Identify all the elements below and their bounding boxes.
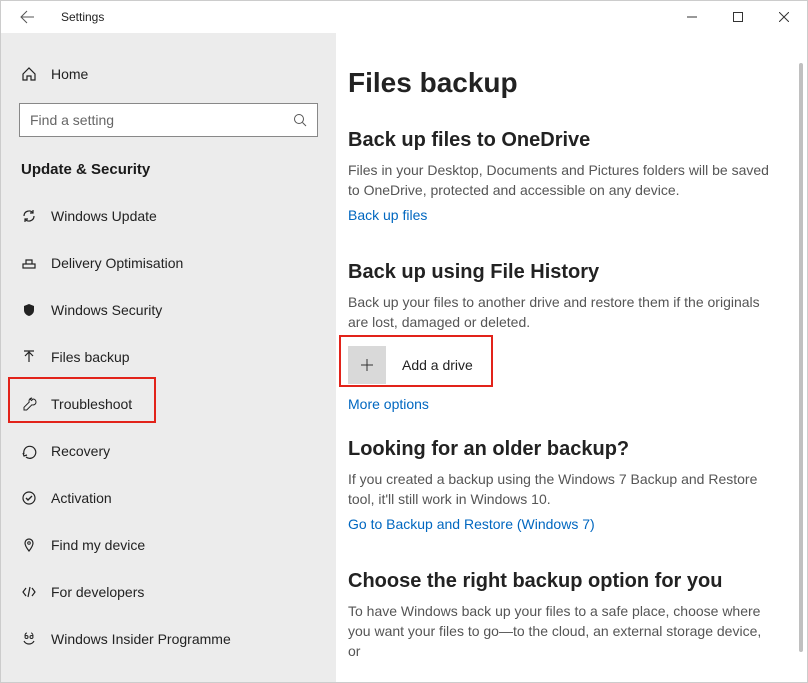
- window-title: Settings: [47, 10, 104, 24]
- nav-label: Activation: [51, 490, 112, 506]
- check-circle-icon: [21, 490, 51, 506]
- developers-icon: [21, 584, 51, 600]
- backup-restore-link[interactable]: Go to Backup and Restore (Windows 7): [348, 516, 595, 532]
- window-body: Home Update & Security Windows Update: [1, 33, 807, 682]
- nav-windows-security[interactable]: Windows Security: [1, 286, 336, 333]
- plus-tile: [348, 346, 386, 384]
- nav-label: Find my device: [51, 537, 145, 553]
- onedrive-heading: Back up files to OneDrive: [348, 129, 775, 152]
- page-title: Files backup: [348, 67, 775, 99]
- minimize-icon: [687, 12, 697, 22]
- titlebar: Settings: [1, 1, 807, 33]
- more-options-link[interactable]: More options: [348, 396, 429, 412]
- recovery-icon: [21, 443, 51, 459]
- location-icon: [21, 537, 51, 553]
- home-nav[interactable]: Home: [1, 55, 336, 93]
- nav-label: Recovery: [51, 443, 110, 459]
- choose-desc: To have Windows back up your files to a …: [348, 601, 775, 662]
- nav-recovery[interactable]: Recovery: [1, 427, 336, 474]
- maximize-button[interactable]: [715, 1, 761, 33]
- nav-delivery-optimisation[interactable]: Delivery Optimisation: [1, 239, 336, 286]
- minimize-button[interactable]: [669, 1, 715, 33]
- shield-icon: [21, 302, 51, 318]
- sync-icon: [21, 208, 51, 224]
- add-drive-button[interactable]: Add a drive: [348, 342, 775, 388]
- older-desc: If you created a backup using the Window…: [348, 469, 775, 510]
- sidebar: Home Update & Security Windows Update: [1, 33, 336, 682]
- nav-label: Delivery Optimisation: [51, 255, 183, 271]
- wrench-icon: [21, 396, 51, 412]
- plus-icon: [359, 357, 375, 373]
- nav-find-my-device[interactable]: Find my device: [1, 521, 336, 568]
- nav-label: Troubleshoot: [51, 396, 132, 412]
- insider-icon: [21, 631, 51, 647]
- backup-arrow-icon: [21, 349, 51, 365]
- nav-for-developers[interactable]: For developers: [1, 568, 336, 615]
- home-label: Home: [51, 66, 88, 82]
- arrow-left-icon: [19, 9, 35, 25]
- close-button[interactable]: [761, 1, 807, 33]
- choose-heading: Choose the right backup option for you: [348, 570, 775, 593]
- titlebar-left: Settings: [1, 1, 104, 33]
- content-wrap: Files backup Back up files to OneDrive F…: [336, 33, 807, 682]
- back-button[interactable]: [7, 1, 47, 33]
- search-box[interactable]: [19, 103, 318, 137]
- nav-label: Windows Insider Programme: [51, 631, 231, 647]
- search-input[interactable]: [30, 112, 307, 128]
- delivery-icon: [21, 255, 51, 271]
- search-icon: [293, 113, 307, 127]
- close-icon: [779, 12, 789, 22]
- onedrive-desc: Files in your Desktop, Documents and Pic…: [348, 160, 775, 201]
- nav-label: Windows Security: [51, 302, 162, 318]
- content: Files backup Back up files to OneDrive F…: [336, 33, 799, 682]
- category-heading: Update & Security: [1, 141, 336, 192]
- filehistory-heading: Back up using File History: [348, 261, 775, 284]
- nav-activation[interactable]: Activation: [1, 474, 336, 521]
- nav-troubleshoot[interactable]: Troubleshoot: [1, 380, 336, 427]
- maximize-icon: [733, 12, 743, 22]
- nav-files-backup[interactable]: Files backup: [1, 333, 336, 380]
- nav-windows-update[interactable]: Windows Update: [1, 192, 336, 239]
- add-drive-wrap: Add a drive: [348, 342, 775, 388]
- nav-windows-insider[interactable]: Windows Insider Programme: [1, 615, 336, 662]
- settings-window: Settings Home: [0, 0, 808, 683]
- filehistory-desc: Back up your files to another drive and …: [348, 292, 775, 333]
- backup-files-link[interactable]: Back up files: [348, 207, 427, 223]
- search-wrap: [1, 93, 336, 141]
- add-drive-label: Add a drive: [402, 357, 473, 373]
- older-heading: Looking for an older backup?: [348, 438, 775, 461]
- nav-label: For developers: [51, 584, 144, 600]
- home-icon: [21, 66, 51, 82]
- content-scrollbar[interactable]: [799, 63, 803, 652]
- nav-list: Windows Update Delivery Optimisation Win…: [1, 192, 336, 662]
- nav-label: Files backup: [51, 349, 130, 365]
- nav-label: Windows Update: [51, 208, 157, 224]
